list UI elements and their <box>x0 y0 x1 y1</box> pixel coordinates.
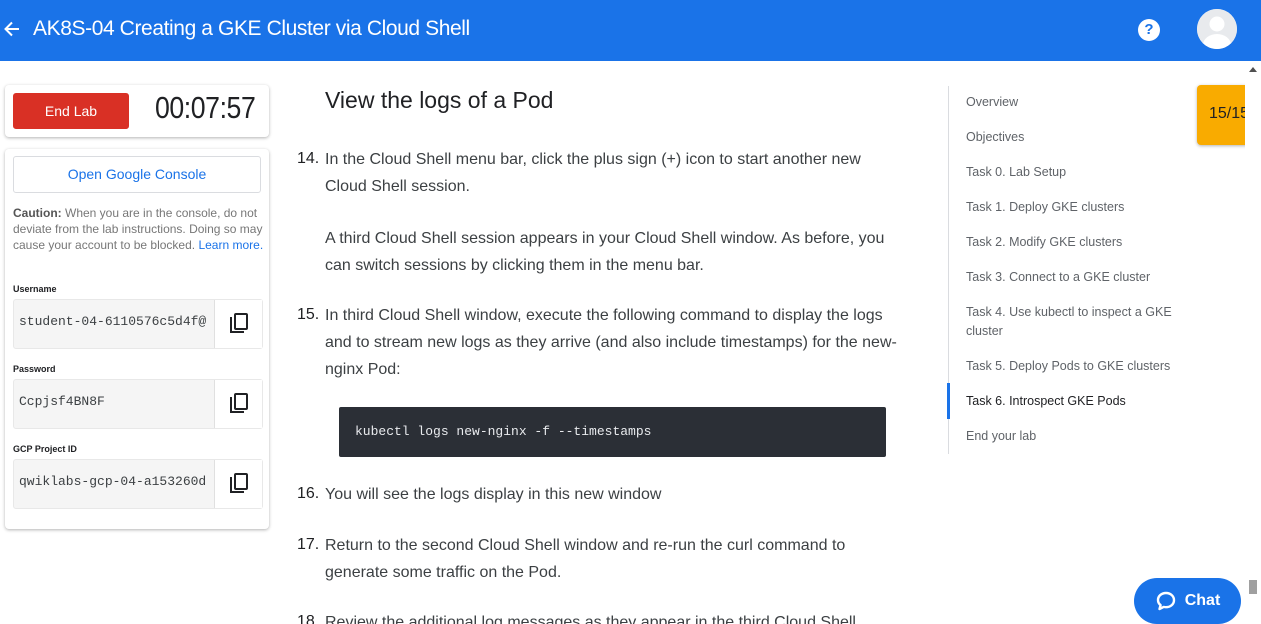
step-text: Return to the second Cloud Shell window … <box>325 537 846 581</box>
password-label: Password <box>13 364 56 374</box>
copy-icon[interactable] <box>214 460 262 508</box>
scroll-thumb[interactable] <box>1249 580 1257 594</box>
toc-item-task-3[interactable]: Task 3. Connect to a GKE cluster <box>966 268 1196 287</box>
scrollbar[interactable] <box>1245 61 1261 624</box>
step-number: 14. <box>297 150 320 167</box>
chat-button[interactable]: Chat <box>1134 578 1241 624</box>
caution-label: Caution: <box>13 206 62 220</box>
toc-item-overview[interactable]: Overview <box>966 93 1196 112</box>
toc-item-objectives[interactable]: Objectives <box>966 128 1196 147</box>
step-number: 16. <box>297 485 320 502</box>
copy-icon[interactable] <box>214 380 262 428</box>
arrow-left-icon[interactable] <box>2 16 22 42</box>
password-field[interactable]: Ccpjsf4BN8F <box>13 379 263 429</box>
chat-bubble-icon <box>1156 591 1175 611</box>
credentials-card: Open Google Console Caution: When you ar… <box>5 149 269 529</box>
username-value[interactable]: student-04-6110576c5d4f@ <box>19 314 214 329</box>
toc-item-end-lab[interactable]: End your lab <box>966 427 1196 446</box>
toc-item-task-6[interactable]: Task 6. Introspect GKE Pods <box>966 392 1196 411</box>
open-console-button[interactable]: Open Google Console <box>13 156 261 193</box>
copy-icon[interactable] <box>214 300 262 348</box>
lab-timer: 00:07:57 <box>155 90 256 125</box>
project-id-value[interactable]: qwiklabs-gcp-04-a153260d <box>19 474 214 489</box>
scroll-up-arrow-icon[interactable] <box>1249 67 1257 72</box>
learn-more-link[interactable]: Learn more. <box>198 238 263 252</box>
toc-item-task-4[interactable]: Task 4. Use kubectl to inspect a GKE clu… <box>966 303 1196 341</box>
step-text: Review the additional log messages as th… <box>325 614 856 624</box>
step-number: 17. <box>297 536 320 553</box>
toc-item-task-5[interactable]: Task 5. Deploy Pods to GKE clusters <box>966 357 1196 376</box>
toc-item-task-2[interactable]: Task 2. Modify GKE clusters <box>966 233 1196 252</box>
help-icon[interactable]: ? <box>1138 19 1160 41</box>
project-id-label: GCP Project ID <box>13 444 77 454</box>
step-note: A third Cloud Shell session appears in y… <box>325 230 885 274</box>
app-header: AK8S-04 Creating a GKE Cluster via Cloud… <box>0 0 1261 61</box>
username-label: Username <box>13 284 57 294</box>
code-block[interactable]: kubectl logs new-nginx -f --timestamps <box>339 407 886 457</box>
username-field[interactable]: student-04-6110576c5d4f@ <box>13 299 263 349</box>
lab-control-card: End Lab 00:07:57 <box>5 85 269 137</box>
caution-text: Caution: When you are in the console, do… <box>13 205 265 253</box>
toc-active-indicator <box>947 383 950 419</box>
avatar[interactable] <box>1197 9 1237 49</box>
step-number: 18. <box>297 613 320 624</box>
step-text: In third Cloud Shell window, execute the… <box>325 307 897 378</box>
step-text: You will see the logs display in this ne… <box>325 486 662 503</box>
toc-item-task-0[interactable]: Task 0. Lab Setup <box>966 163 1196 182</box>
lab-title: AK8S-04 Creating a GKE Cluster via Cloud… <box>33 17 470 40</box>
section-title: View the logs of a Pod <box>325 87 554 113</box>
end-lab-button[interactable]: End Lab <box>13 93 129 129</box>
toc-item-task-1[interactable]: Task 1. Deploy GKE clusters <box>966 198 1196 217</box>
password-value[interactable]: Ccpjsf4BN8F <box>19 394 214 409</box>
chat-label: Chat <box>1184 592 1221 609</box>
step-number: 15. <box>297 306 320 323</box>
step-text: In the Cloud Shell menu bar, click the p… <box>325 151 861 195</box>
project-id-field[interactable]: qwiklabs-gcp-04-a153260d <box>13 459 263 509</box>
